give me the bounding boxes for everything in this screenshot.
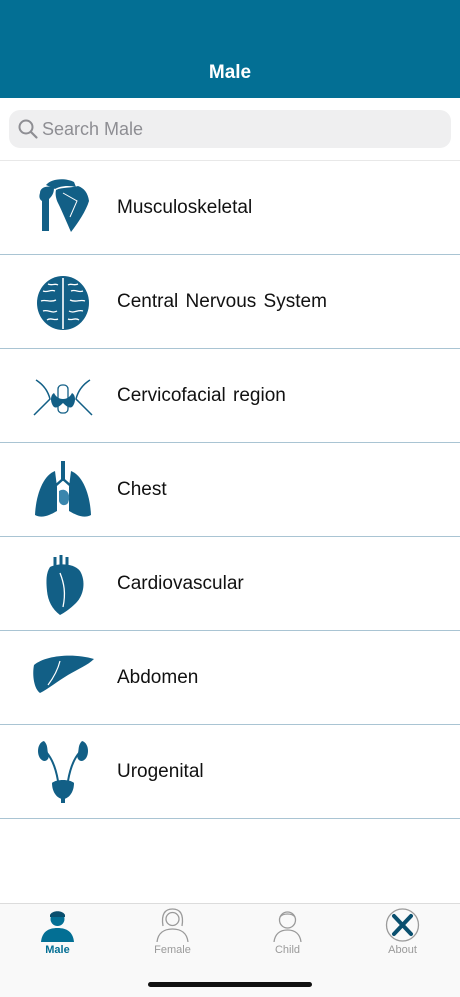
list-item-label: Chest bbox=[117, 479, 167, 500]
page-title: Male bbox=[208, 62, 252, 83]
list-item-chest[interactable]: Chest bbox=[0, 443, 460, 537]
tab-label: Female bbox=[154, 944, 191, 956]
tab-female[interactable]: Female bbox=[115, 904, 230, 964]
search-input[interactable] bbox=[42, 110, 442, 148]
tab-label: Child bbox=[274, 944, 301, 956]
home-indicator bbox=[148, 982, 312, 987]
list-item-cardiovascular[interactable]: Cardiovascular bbox=[0, 537, 460, 631]
brain-icon bbox=[37, 276, 89, 330]
list-item-label: Urogenital bbox=[117, 761, 204, 782]
category-list: Musculoskeletal Central Nervous System C… bbox=[0, 161, 460, 819]
list-item-musculoskeletal[interactable]: Musculoskeletal bbox=[0, 161, 460, 255]
lungs-icon bbox=[35, 461, 91, 517]
shoulder-bone-icon bbox=[39, 179, 89, 232]
thyroid-icon bbox=[33, 379, 93, 416]
search-bar bbox=[0, 98, 460, 161]
heart-icon bbox=[46, 555, 84, 615]
list-item-label: Central Nervous System bbox=[117, 291, 327, 312]
tab-label: About bbox=[388, 944, 417, 956]
list-item-label: Cervicofacial region bbox=[117, 385, 286, 406]
list-item-label: Musculoskeletal bbox=[117, 197, 253, 218]
list-item-urogenital[interactable]: Urogenital bbox=[0, 725, 460, 819]
tab-male[interactable]: Male bbox=[0, 904, 115, 964]
female-person-icon bbox=[156, 908, 189, 942]
male-person-icon bbox=[41, 911, 74, 942]
tab-about[interactable]: About bbox=[345, 904, 460, 964]
list-item-label: Cardiovascular bbox=[117, 573, 244, 594]
child-person-icon bbox=[273, 911, 302, 942]
list-item-central-nervous-system[interactable]: Central Nervous System bbox=[0, 255, 460, 349]
app-logo-icon bbox=[385, 908, 420, 942]
tab-child[interactable]: Child bbox=[230, 904, 345, 964]
list-item-label: Abdomen bbox=[117, 667, 199, 688]
tab-label: Male bbox=[45, 944, 70, 956]
search-icon bbox=[18, 119, 38, 139]
kidneys-icon bbox=[38, 741, 88, 803]
list-item-cervicofacial-region[interactable]: Cervicofacial region bbox=[0, 349, 460, 443]
liver-icon bbox=[33, 655, 94, 693]
navigation-bar: Male bbox=[0, 0, 460, 98]
search-field[interactable] bbox=[9, 110, 451, 148]
list-item-abdomen[interactable]: Abdomen bbox=[0, 631, 460, 725]
